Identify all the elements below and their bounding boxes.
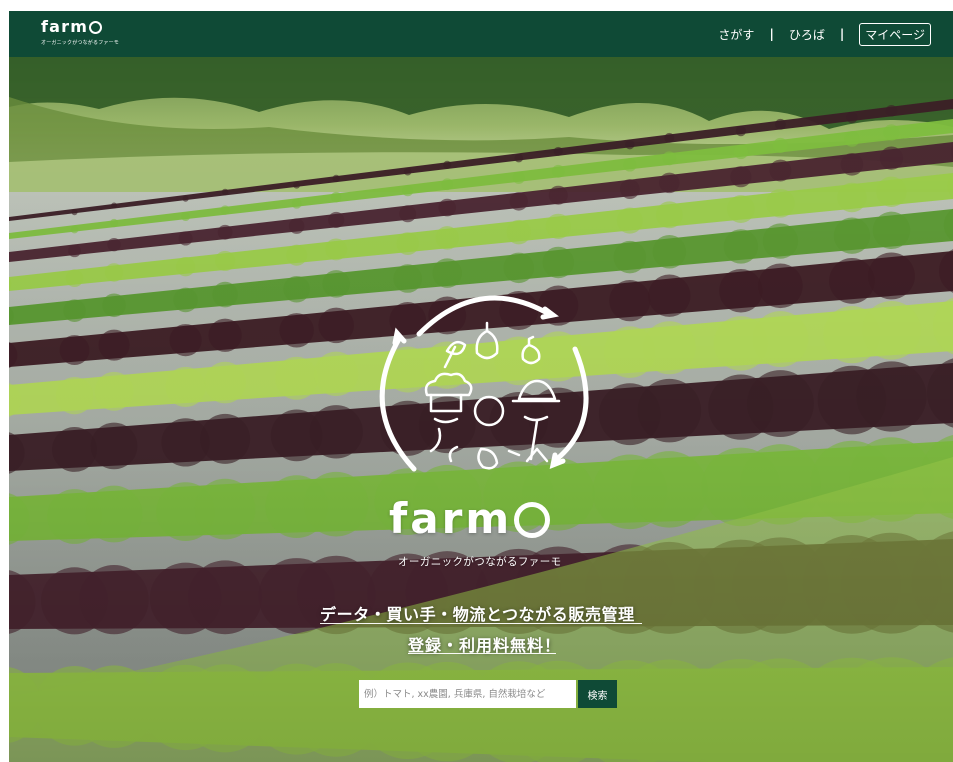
nav-separator: | (839, 27, 845, 41)
logo-wordmark: farm (41, 17, 119, 37)
hero-copy-line2-underline (408, 653, 556, 654)
nav-plaza-link[interactable]: ひろば (789, 26, 825, 43)
page-frame: farm オーガニックがつながるファーモ さがす | ひろば | マイページ f… (9, 11, 953, 762)
main-nav: さがす | ひろば | マイページ (718, 22, 931, 46)
hero-brand-o-ring-icon (514, 502, 551, 538)
hero-brand-tagline: オーガニックがつながるファーモ (398, 556, 562, 568)
search-button[interactable]: 検索 (578, 680, 617, 708)
site-logo[interactable]: farm オーガニックがつながるファーモ (41, 17, 119, 46)
site-header: farm オーガニックがつながるファーモ さがす | ひろば | マイページ (9, 11, 953, 57)
farmo-emblem-icon (379, 295, 589, 472)
logo-o-ring-icon (89, 20, 103, 34)
hero-section: farm オーガニックがつながるファーモ データ・買い手・物流とつながる販売管理… (9, 57, 953, 762)
nav-search-link[interactable]: さがす (718, 26, 754, 43)
logo-tagline: オーガニックがつながるファーモ (41, 40, 120, 46)
hero-brand-wordmark: farm (389, 493, 589, 543)
hero-copy-line1: データ・買い手・物流とつながる販売管理 (320, 605, 635, 624)
search-input[interactable] (359, 680, 576, 708)
nav-separator: | (769, 27, 774, 41)
logo-text: farm (41, 17, 89, 36)
hero-brand-text: farm (389, 493, 513, 543)
nav-mypage-button[interactable]: マイページ (859, 22, 931, 46)
hero-copy-line1-underline (320, 623, 642, 624)
